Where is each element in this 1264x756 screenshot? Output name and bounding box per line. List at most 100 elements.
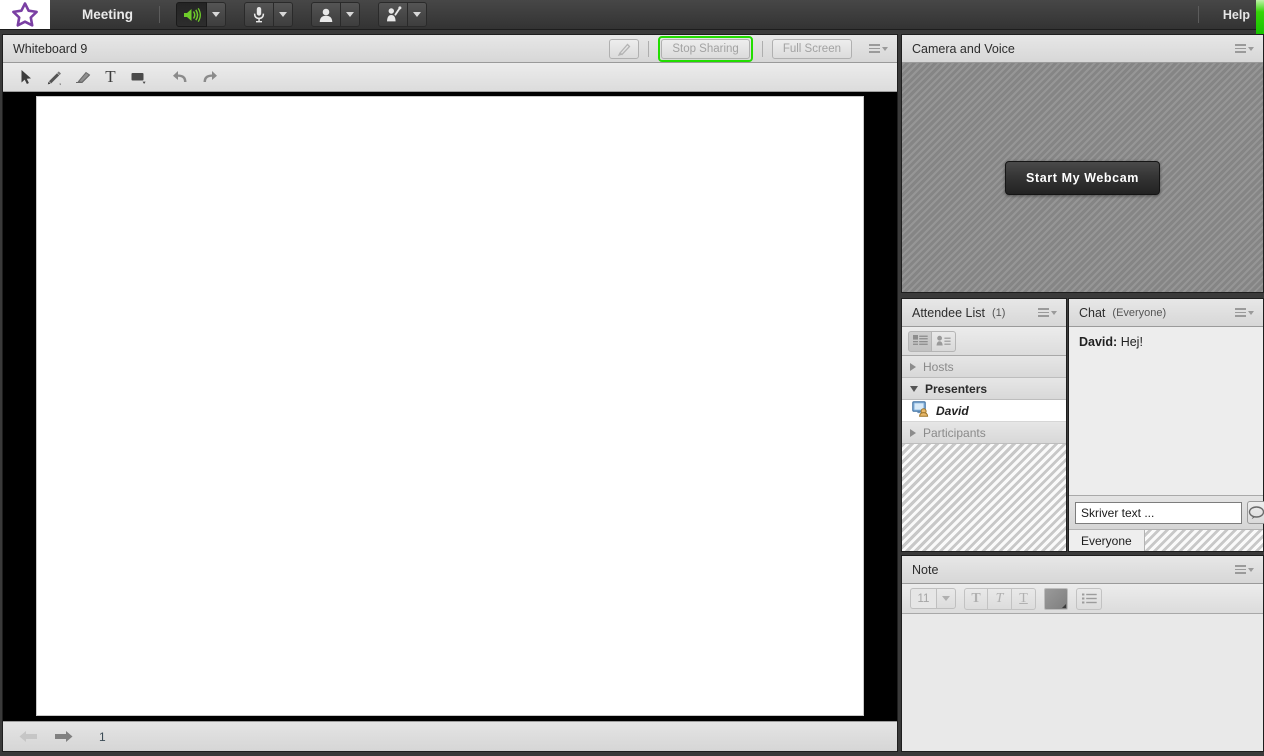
pointer-tool[interactable] [13, 65, 40, 90]
camera-and-voice-pod: Camera and Voice Start My Webcam [901, 34, 1264, 293]
page-number: 1 [99, 729, 106, 744]
chat-input-row [1069, 495, 1264, 529]
draw-toggle-button[interactable] [609, 38, 640, 59]
speaker-button[interactable] [176, 2, 208, 27]
menu-meeting[interactable]: Meeting [66, 0, 149, 30]
stop-sharing-focus-ring: Stop Sharing [658, 35, 753, 62]
presenter-screen-icon [912, 401, 930, 420]
chevron-down-icon [1248, 310, 1254, 315]
bullet-list-button[interactable] [1076, 587, 1102, 610]
stop-sharing-button[interactable]: Stop Sharing [661, 38, 750, 59]
chevron-down-icon [212, 12, 221, 17]
attendee-group-label: Participants [923, 425, 986, 440]
note-pod-header: Note [902, 556, 1263, 584]
eraser-tool[interactable] [69, 65, 96, 90]
attendee-group-participants[interactable]: Participants [902, 422, 1066, 444]
note-pod-title: Note [912, 562, 939, 577]
microphone-control-group [244, 2, 294, 27]
hamburger-icon [1235, 565, 1246, 574]
chat-tab-empty-area [1144, 530, 1263, 551]
text-tool[interactable]: T [97, 65, 124, 90]
chat-pod-header: Chat (Everyone) [1069, 299, 1263, 327]
chat-send-button[interactable] [1247, 501, 1264, 524]
whiteboard-canvas[interactable] [36, 96, 864, 716]
chat-message-sender: David: [1079, 335, 1118, 349]
attendee-pod-title: Attendee List [912, 305, 985, 320]
chevron-down-icon [1248, 46, 1254, 51]
speech-bubble-icon [1248, 505, 1264, 519]
attendee-group-presenters[interactable]: Presenters [902, 378, 1066, 400]
chevron-down-icon [942, 596, 950, 601]
header-divider-2 [761, 40, 763, 57]
pencil-tool[interactable] [41, 65, 68, 90]
recording-indicator-strip [1256, 0, 1264, 34]
toolbar-divider-2 [1197, 6, 1199, 23]
full-screen-button[interactable]: Full Screen [771, 38, 852, 59]
chevron-down-icon [882, 46, 888, 51]
chat-tab-everyone[interactable]: Everyone [1069, 530, 1145, 551]
microphone-dropdown-arrow[interactable] [274, 2, 294, 27]
raise-hand-dropdown-arrow[interactable] [408, 2, 428, 27]
chat-message: David: Hej! [1079, 335, 1253, 349]
attendee-count: (1) [991, 306, 1006, 319]
list-view-toggle[interactable] [908, 330, 932, 352]
attendee-pod-menu[interactable] [1035, 305, 1060, 320]
bold-button[interactable]: T [964, 587, 988, 610]
speaker-control-group [176, 2, 227, 27]
raise-hand-control-group [378, 2, 428, 27]
font-color-button[interactable] [1044, 587, 1068, 610]
chevron-down-icon [346, 12, 355, 17]
whiteboard-pod-menu[interactable] [866, 41, 891, 56]
note-text-area[interactable] [902, 614, 1263, 751]
font-size-dropdown-arrow[interactable] [936, 588, 956, 609]
chat-message-area[interactable]: David: Hej! [1069, 327, 1263, 495]
font-size-selector[interactable]: 11 [910, 588, 956, 609]
raise-hand-button[interactable] [378, 2, 409, 27]
microphone-button[interactable] [244, 2, 275, 27]
chat-input[interactable] [1075, 501, 1242, 524]
webcam-dropdown-arrow[interactable] [341, 2, 361, 27]
camera-pod-title: Camera and Voice [912, 41, 1015, 56]
attendee-list: Hosts Presenters David Participants [902, 356, 1066, 551]
attendee-pod-header: Attendee List (1) [902, 299, 1066, 327]
text-style-group: T T T [964, 587, 1036, 610]
whiteboard-title: Whiteboard 9 [13, 41, 88, 56]
speaker-dropdown-arrow[interactable] [207, 2, 227, 27]
bullet-list-icon [1081, 593, 1097, 604]
note-pod-menu[interactable] [1232, 562, 1257, 577]
whiteboard-header-controls: Stop Sharing Full Screen [609, 35, 891, 62]
attendee-list-empty-area [902, 444, 1066, 551]
text-tool-glyph: T [105, 67, 116, 86]
font-size-value: 11 [910, 588, 936, 609]
shape-tool[interactable] [125, 65, 152, 90]
header-divider-1 [648, 40, 650, 57]
note-pod: Note 11 T T T [901, 555, 1264, 752]
attendee-group-hosts[interactable]: Hosts [902, 356, 1066, 378]
underline-button[interactable]: T [1012, 587, 1036, 610]
chevron-down-icon [413, 12, 422, 17]
chat-pod: Chat (Everyone) David: Hej! Everyon [1068, 298, 1264, 552]
attendee-row-david[interactable]: David [902, 400, 1066, 422]
camera-preview-area: Start My Webcam [902, 63, 1263, 292]
attendee-name: David [936, 403, 969, 418]
hamburger-icon [1235, 308, 1246, 317]
card-view-toggle[interactable] [932, 330, 956, 352]
chevron-down-icon [910, 385, 918, 392]
chevron-right-icon [910, 362, 916, 371]
attendee-group-label: Hosts [923, 359, 954, 374]
camera-pod-menu[interactable] [1232, 41, 1257, 56]
italic-button[interactable]: T [988, 587, 1012, 610]
hamburger-icon [869, 44, 880, 53]
undo-tool[interactable] [167, 65, 194, 90]
chevron-right-icon [910, 428, 916, 437]
note-toolbar: 11 T T T [902, 584, 1263, 614]
webcam-button[interactable] [311, 2, 342, 27]
redo-tool[interactable] [195, 65, 222, 90]
start-my-webcam-button[interactable]: Start My Webcam [1005, 160, 1160, 195]
next-page-button[interactable] [50, 724, 77, 749]
whiteboard-footer: 1 [3, 721, 897, 751]
chat-tab-bar: Everyone [1069, 529, 1263, 551]
chat-pod-menu[interactable] [1232, 305, 1257, 320]
whiteboard-canvas-area [3, 92, 897, 721]
previous-page-button[interactable] [15, 724, 42, 749]
